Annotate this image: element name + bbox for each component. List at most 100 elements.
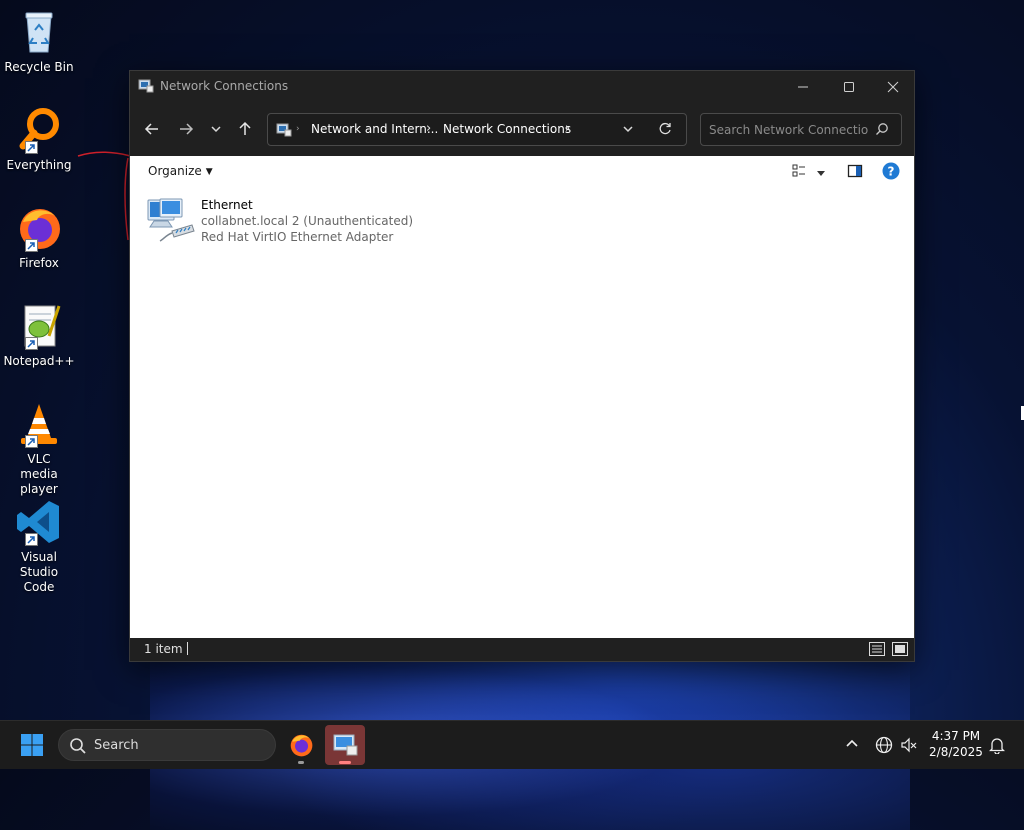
clock-date: 2/8/2025 [929,745,983,759]
connection-device: Red Hat VirtIO Ethernet Adapter [201,230,394,244]
recycle-bin-icon [15,8,63,56]
connection-name: Ethernet [201,198,253,212]
maximize-button[interactable] [826,71,872,102]
notepadpp-icon [15,302,63,350]
show-hidden-icons-button[interactable] [845,736,859,753]
shortcut-arrow-icon [25,239,38,252]
start-button[interactable] [20,733,44,760]
desktop-icon-label: Notepad++ [3,354,75,368]
desktop-icon-vscode[interactable]: Visual Studio Code [2,498,76,595]
details-view-button[interactable] [869,642,885,659]
help-button[interactable]: ? [882,162,900,183]
close-button[interactable] [870,71,916,102]
windows-logo-icon [21,734,43,756]
network-status-button[interactable] [875,736,893,757]
breadcrumb-separator: › [296,124,300,134]
preview-pane-icon [847,164,863,178]
refresh-icon [659,122,671,135]
shortcut-arrow-icon [25,337,38,350]
desktop-icon-recycle-bin[interactable]: Recycle Bin [2,8,76,75]
file-list-area[interactable]: Ethernet collabnet.local 2 (Unauthentica… [130,188,914,640]
system-clock[interactable]: 4:37 PM 2/8/2025 [920,728,992,760]
organize-label: Organize [148,164,202,178]
bell-icon [988,738,1006,755]
desktop-icon-notepadpp[interactable]: Notepad++ [2,302,76,369]
status-bar: 1 item [130,638,914,661]
connection-item-ethernet[interactable]: Ethernet collabnet.local 2 (Unauthentica… [146,195,446,247]
arrow-left-icon [144,123,158,135]
title-bar[interactable]: Network Connections [130,71,914,102]
search-icon [875,122,889,139]
minimize-button[interactable] [780,71,826,102]
firefox-icon [290,734,313,757]
connection-status: collabnet.local 2 (Unauthenticated) [201,214,414,228]
window-title: Network Connections [160,79,289,93]
minimize-icon [798,86,808,87]
up-button[interactable] [231,116,259,142]
help-icon: ? [882,162,900,180]
close-icon [887,81,899,92]
maximize-icon [844,81,854,92]
taskbar-app-network-connections[interactable] [325,725,365,765]
view-options-dropdown[interactable] [816,167,826,181]
breadcrumb-separator[interactable]: › [565,121,570,136]
large-icons-view-icon [892,642,908,656]
command-bar: Organize ▼ ? [130,156,914,189]
vscode-icon [15,498,63,546]
change-view-button[interactable] [792,163,808,182]
details-view-icon [869,642,885,656]
firefox-icon [15,204,63,252]
speaker-muted-icon [901,737,917,753]
network-connections-window: Network Connections › Network and Intern… [129,70,915,662]
desktop-icon-label: Visual Studio Code [19,550,59,594]
desktop-icon-label: Firefox [19,256,59,270]
chevron-up-icon [846,739,858,747]
status-divider [187,642,188,655]
large-icons-view-button[interactable] [892,642,908,659]
address-history-button[interactable] [622,123,634,138]
breadcrumb-separator[interactable]: › [426,121,431,136]
red-annotation-mark [77,151,131,241]
vlc-cone-icon [15,400,63,448]
view-tiles-icon [792,164,805,177]
taskbar-app-firefox[interactable] [281,725,321,765]
control-panel-location-icon [276,122,292,141]
preview-pane-button[interactable] [847,163,863,182]
volume-button[interactable] [900,736,918,757]
breadcrumb-network-connections[interactable]: Network Connections [443,122,571,136]
running-indicator [298,761,304,764]
breadcrumb-network-and-internet[interactable]: Network and Intern... [311,122,438,136]
search-input[interactable] [707,120,871,140]
desktop-icon-label: Everything [6,158,72,172]
desktop-icon-firefox[interactable]: Firefox [2,204,76,271]
refresh-button[interactable] [658,122,672,139]
taskbar-search-label: Search [94,738,139,753]
network-connections-icon [138,78,154,97]
search-icon [69,737,87,758]
chevron-down-icon [623,126,633,133]
desktop-icon-vlc[interactable]: VLC media player [2,400,76,497]
back-button[interactable] [138,116,166,142]
shortcut-arrow-icon [25,435,38,448]
desktop-icon-everything[interactable]: Everything [2,106,76,173]
taskbar: Search 4:37 PM 2/8/2025 [0,720,1024,769]
notifications-button[interactable] [988,736,1006,757]
search-box[interactable] [700,113,902,146]
navigation-bar: › Network and Intern... › Network Connec… [130,102,914,156]
taskbar-search[interactable]: Search [58,729,276,761]
organize-button[interactable]: Organize ▼ [148,164,213,178]
active-indicator [339,761,351,764]
shortcut-arrow-icon [25,141,38,154]
clock-time: 4:37 PM [931,729,981,743]
globe-icon [875,736,893,754]
forward-button[interactable] [172,116,200,142]
shortcut-arrow-icon [25,533,38,546]
caret-down-icon: ▼ [205,167,213,177]
address-bar[interactable]: › Network and Intern... › Network Connec… [267,113,687,146]
arrow-up-icon [239,121,251,135]
recent-locations-button[interactable] [202,116,230,142]
desktop-icon-label: Recycle Bin [4,60,74,74]
arrow-right-icon [180,123,194,135]
chevron-down-icon [211,126,221,133]
everything-icon [15,106,63,154]
